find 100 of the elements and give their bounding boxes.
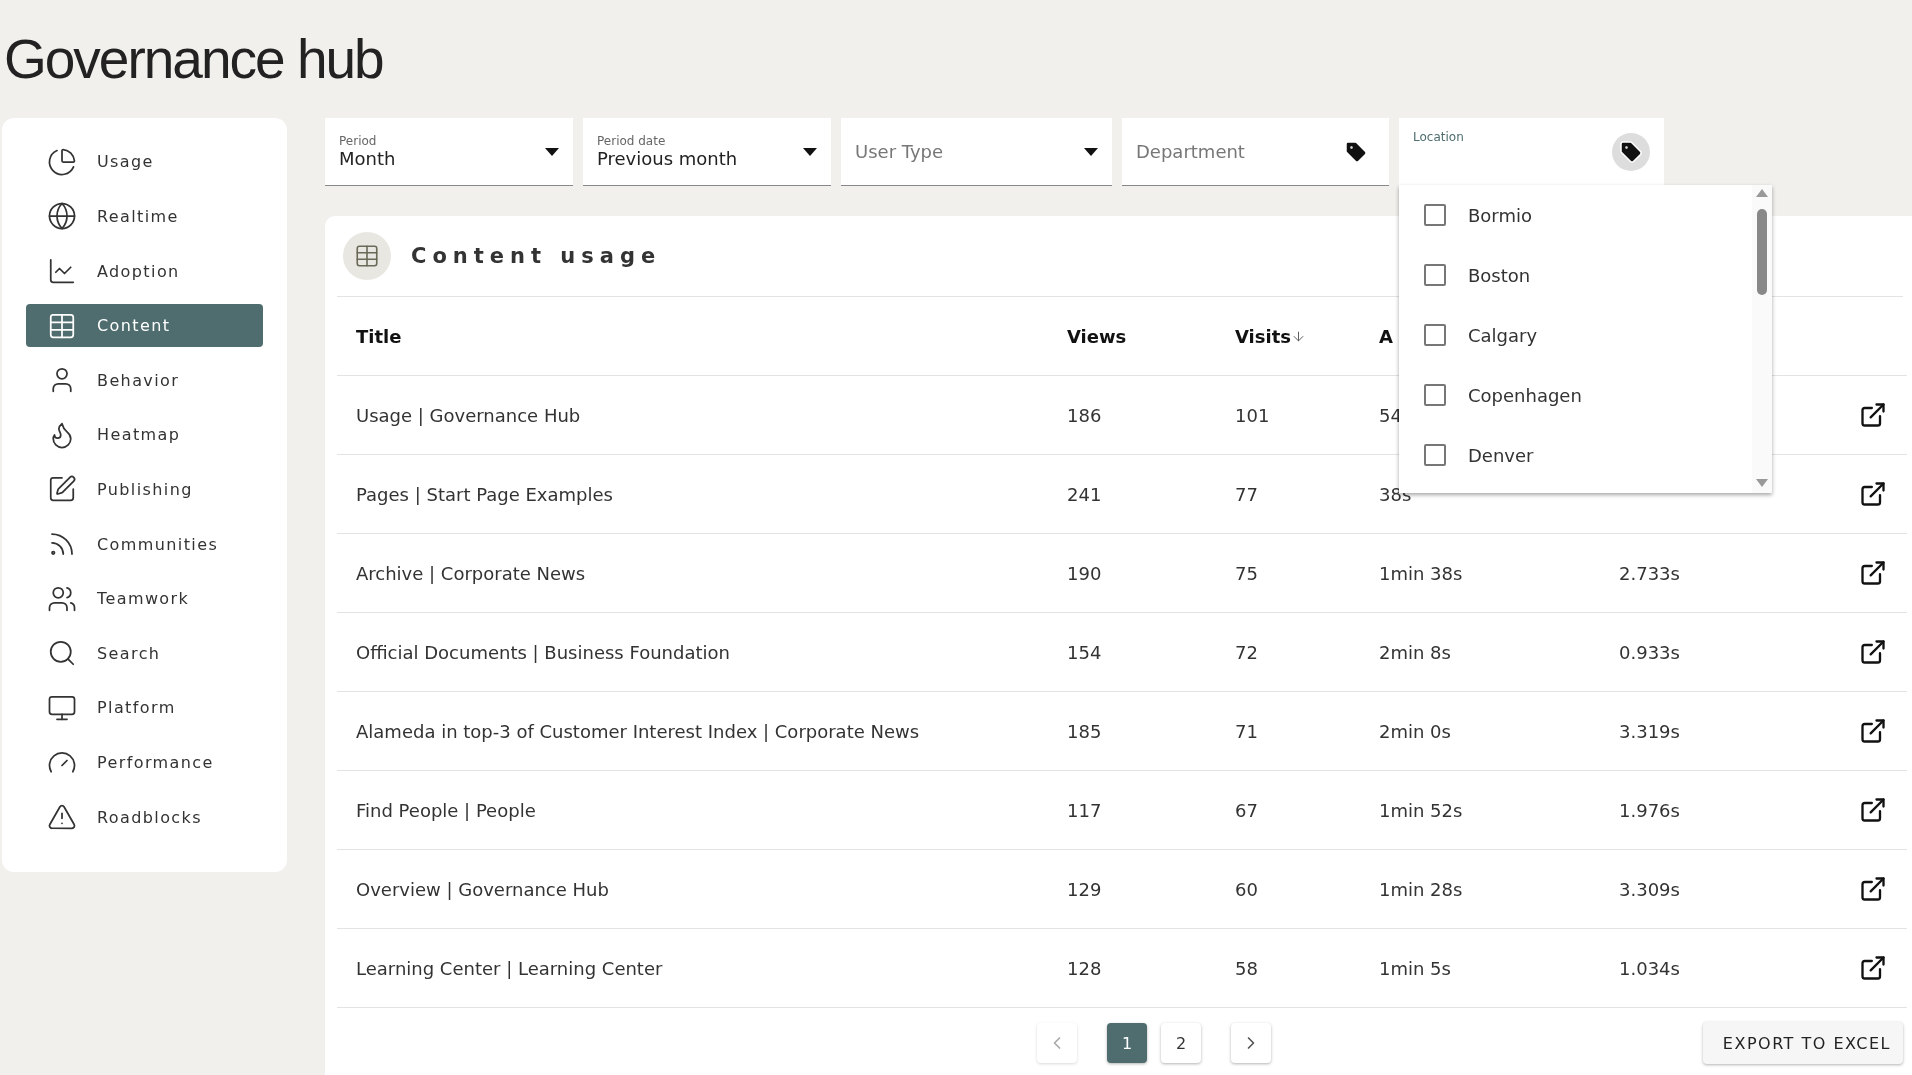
column-header[interactable]: A	[1379, 325, 1393, 347]
sidebar-item[interactable]: Search	[26, 631, 263, 676]
export-button[interactable]: EXPORT TO EXCEL	[1702, 1022, 1903, 1064]
table-cell: Find People | People	[356, 799, 536, 821]
caret-icon	[545, 147, 559, 156]
table-cell: Usage | Governance Hub	[356, 404, 581, 426]
table-cell: Alameda in top-3 of Customer Interest Index | Corporate News	[356, 720, 920, 742]
external-link-icon[interactable]	[1859, 401, 1887, 429]
location-option[interactable]: Bormio	[1399, 185, 1752, 245]
table-cell: Pages | Start Page Examples	[356, 483, 613, 505]
caret-icon	[803, 147, 817, 156]
sidebar-item[interactable]: Roadblocks	[26, 795, 263, 839]
table-cell: 0.933s	[1619, 641, 1680, 663]
column-header[interactable]: Title	[356, 325, 402, 347]
table-cell: 3.319s	[1619, 720, 1680, 742]
select-field[interactable]: Period Month	[325, 118, 573, 186]
select-field[interactable]: Period date Previous month	[583, 118, 831, 186]
field-label: Location	[1413, 130, 1464, 144]
table-cell: 72	[1235, 641, 1258, 663]
table-cell: 117	[1067, 799, 1102, 821]
table-cell: 186	[1067, 404, 1102, 426]
caret-icon	[1084, 147, 1098, 156]
page-title: Governance hub	[4, 27, 384, 92]
table-cell: Learning Center | Learning Center	[356, 957, 663, 979]
sidebar-item[interactable]: Performance	[26, 740, 263, 785]
checkbox[interactable]	[1424, 204, 1446, 226]
table-cell: 1min 28s	[1379, 878, 1463, 900]
checkbox[interactable]	[1424, 324, 1446, 346]
table-cell: 1min 38s	[1379, 562, 1463, 584]
field-label: User Type	[855, 141, 944, 162]
scrollbar[interactable]	[1752, 185, 1772, 493]
sidebar-item[interactable]: Platform	[26, 686, 263, 730]
external-link-icon[interactable]	[1859, 875, 1887, 903]
table-cell: Archive | Corporate News	[356, 562, 586, 584]
checkbox[interactable]	[1424, 444, 1446, 466]
pie-chart-icon	[47, 146, 77, 177]
table-cell: 3.309s	[1619, 878, 1680, 900]
field-label: Department	[1136, 141, 1245, 162]
select-field[interactable]: User Type	[841, 118, 1112, 186]
table-cell: 75	[1235, 562, 1258, 584]
table-cell: 58	[1235, 957, 1258, 979]
external-link-icon[interactable]	[1859, 717, 1887, 745]
tag-filter-field[interactable]: Department	[1122, 118, 1389, 186]
table-cell: 54	[1379, 404, 1402, 426]
table-cell: Official Documents | Business Foundation	[356, 641, 730, 663]
sidebar-item[interactable]: Behavior	[26, 358, 263, 403]
table-cell: 241	[1067, 483, 1102, 505]
location-option[interactable]: Boston	[1399, 245, 1752, 305]
location-option[interactable]: Denver	[1399, 425, 1752, 485]
table-cell: 2.733s	[1619, 562, 1680, 584]
scroll-down-icon[interactable]	[1756, 479, 1768, 487]
table-cell: Overview | Governance Hub	[356, 878, 609, 900]
sort-arrow-icon	[1291, 328, 1306, 344]
field-value: Previous month	[597, 148, 738, 169]
sidebar-item[interactable]: Realtime	[26, 194, 263, 239]
table-cell: 1.034s	[1619, 957, 1680, 979]
table-cell: 1.976s	[1619, 799, 1680, 821]
table-cell: 101	[1235, 404, 1270, 426]
card-title: Content usage	[411, 244, 662, 268]
column-header[interactable]: Visits	[1235, 325, 1306, 347]
field-label: Period	[339, 134, 378, 148]
tag-icon	[1612, 132, 1650, 171]
table-cell: 2min 0s	[1379, 720, 1451, 742]
sidebar-item[interactable]: Adoption	[26, 249, 263, 293]
sidebar-item[interactable]: Teamwork	[26, 576, 263, 621]
table-cell: 77	[1235, 483, 1258, 505]
page-button[interactable]: 1	[1107, 1023, 1147, 1063]
scroll-thumb[interactable]	[1757, 209, 1767, 295]
globe-icon	[47, 201, 77, 232]
sidebar-item[interactable]: Publishing	[26, 467, 263, 512]
line-chart-icon	[47, 256, 77, 286]
table-cell: 128	[1067, 957, 1102, 979]
sidebar-item[interactable]: Content	[26, 303, 263, 348]
table-cell: 1min 5s	[1379, 957, 1451, 979]
page-button[interactable]: 2	[1161, 1023, 1201, 1063]
table-cell: 1min 52s	[1379, 799, 1463, 821]
location-option[interactable]: Copenhagen	[1399, 365, 1752, 425]
checkbox[interactable]	[1424, 264, 1446, 286]
table-cell: 60	[1235, 878, 1258, 900]
external-link-icon[interactable]	[1859, 796, 1887, 824]
external-link-icon[interactable]	[1859, 954, 1887, 982]
table-cell: 67	[1235, 799, 1258, 821]
table-cell: 129	[1067, 878, 1102, 900]
table-cell: 2min 8s	[1379, 641, 1451, 663]
external-link-icon[interactable]	[1859, 638, 1887, 666]
table-cell: 185	[1067, 720, 1102, 742]
sidebar-item[interactable]: Communities	[26, 522, 263, 566]
table-cell: 190	[1067, 562, 1102, 584]
location-option[interactable]: Calgary	[1399, 305, 1752, 365]
table-cell: 71	[1235, 720, 1258, 742]
sidebar-item[interactable]: Heatmap	[26, 413, 263, 457]
scroll-up-icon[interactable]	[1756, 189, 1768, 197]
field-value: Month	[339, 148, 396, 169]
sidebar-item[interactable]: Usage	[26, 140, 263, 184]
column-header[interactable]: Views	[1067, 325, 1127, 347]
table-cell: 154	[1067, 641, 1102, 663]
field-label: Period date	[597, 134, 667, 148]
external-link-icon[interactable]	[1859, 559, 1887, 587]
checkbox[interactable]	[1424, 384, 1446, 406]
external-link-icon[interactable]	[1859, 480, 1887, 508]
